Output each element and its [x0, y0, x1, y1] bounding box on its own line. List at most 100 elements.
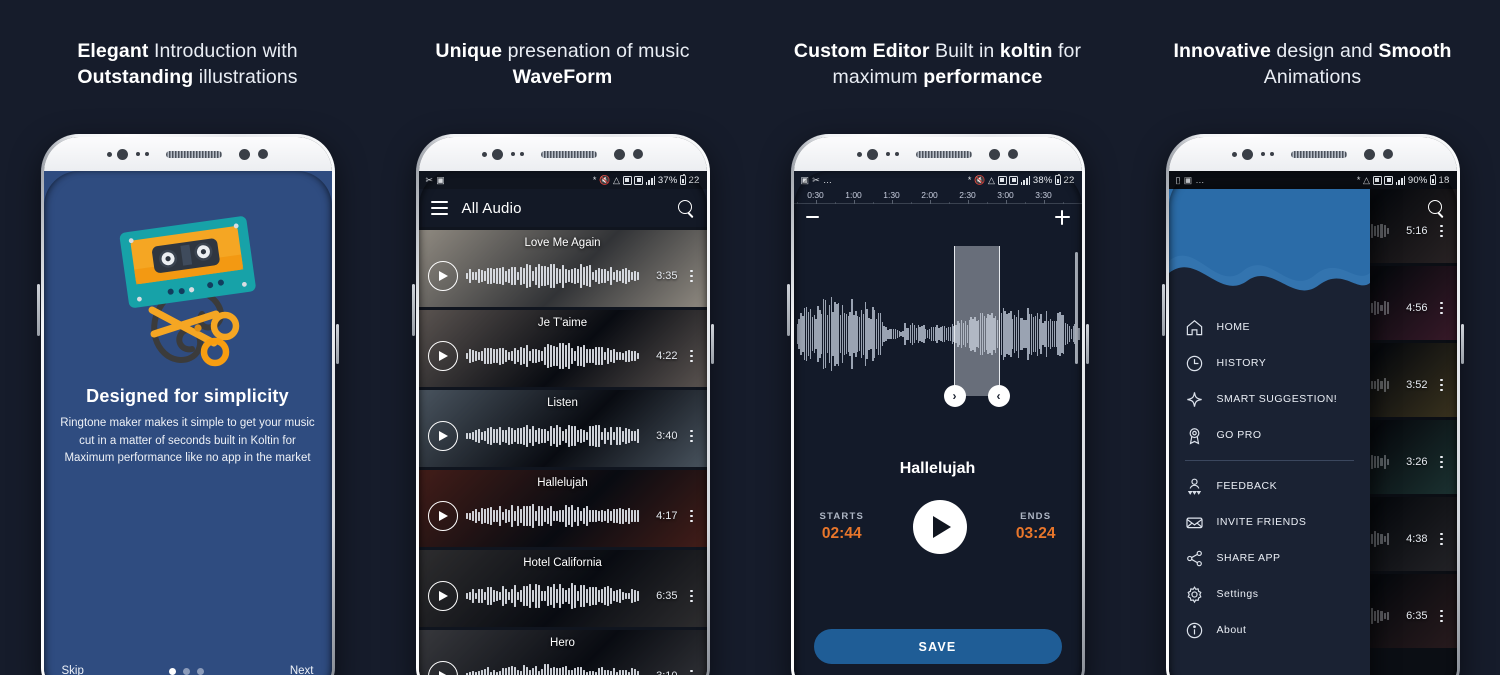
selection-end-handle[interactable]: ‹	[987, 385, 1010, 407]
play-button[interactable]	[912, 500, 967, 554]
power-button[interactable]	[1085, 324, 1089, 364]
track-row[interactable]: Listen 3:40	[418, 390, 707, 467]
page-dot-3[interactable]	[197, 667, 205, 675]
drawer-item-feedback[interactable]: FEEDBACK	[1169, 468, 1370, 504]
battery-icon	[1430, 174, 1437, 185]
drawer-item-history[interactable]: HISTORY	[1169, 345, 1370, 381]
drawer-menu-bottom[interactable]: FEEDBACK INVITE FRIENDS SHARE APP Settings A…	[1169, 468, 1370, 648]
track-duration: 3:52	[1406, 379, 1428, 391]
menu-divider	[1184, 460, 1354, 461]
track-title: Hallelujah	[537, 477, 588, 489]
drawer-item-go-pro[interactable]: GO PRO	[1169, 417, 1370, 453]
overflow-menu-icon[interactable]	[686, 509, 698, 523]
zoom-in-button[interactable]	[1054, 209, 1070, 225]
proximity-sensor-icon	[107, 151, 112, 157]
ruler-minor-tick	[1062, 201, 1064, 204]
wifi-icon: △	[613, 174, 621, 185]
signal-icon	[1395, 175, 1406, 185]
signal-icon	[645, 175, 656, 185]
caption-bold-1: Elegant	[77, 40, 149, 62]
search-icon[interactable]	[677, 199, 695, 217]
selection-start-handle[interactable]: ›	[943, 385, 966, 407]
phone-bezel-top	[793, 137, 1082, 171]
next-button[interactable]: Next	[290, 665, 314, 675]
overflow-menu-icon[interactable]	[1436, 532, 1448, 546]
drawer-item-label: SHARE APP	[1216, 552, 1281, 564]
drawer-item-about[interactable]: About	[1169, 612, 1370, 648]
hamburger-icon[interactable]	[430, 201, 448, 215]
overflow-menu-icon[interactable]	[1436, 455, 1448, 469]
play-icon[interactable]	[427, 421, 458, 451]
overflow-menu-icon[interactable]	[686, 349, 698, 363]
overflow-menu-icon[interactable]	[1436, 301, 1448, 315]
track-row[interactable]: Je T'aime 4:22	[418, 310, 707, 387]
page-dot-2[interactable]	[183, 667, 191, 675]
message-status-icon: ▯	[1175, 174, 1181, 185]
power-button[interactable]	[710, 324, 714, 364]
ruler-minor-tick	[948, 201, 950, 204]
overflow-menu-icon[interactable]	[1436, 609, 1448, 623]
overflow-menu-icon[interactable]	[686, 269, 698, 283]
overflow-menu-icon[interactable]	[686, 589, 698, 603]
track-row[interactable]: Hero 3:10	[418, 630, 707, 675]
proximity-sensor-icon	[857, 151, 862, 157]
onboarding-description: Ringtone maker makes it simple to get yo…	[60, 417, 315, 464]
play-icon[interactable]	[427, 661, 458, 675]
track-list[interactable]: Love Me Again 3:35 Je T'aime 4:22 Listen 3:40…	[418, 227, 707, 675]
front-camera-icon	[867, 148, 878, 160]
vertical-scrollbar[interactable]	[1074, 252, 1078, 364]
navigation-drawer: HOME HISTORY SMART SUGGESTION! GO PRO FEEDB…	[1168, 189, 1370, 675]
zoom-out-button[interactable]	[805, 215, 819, 219]
image-status-icon: ▣	[1183, 174, 1193, 185]
volume-button[interactable]	[411, 284, 415, 336]
panel-caption-1: Elegant Introduction with Outstanding il…	[10, 38, 365, 90]
wifi-icon: △	[1363, 174, 1371, 185]
track-row[interactable]: Hallelujah 4:17	[418, 470, 707, 547]
earpiece-speaker-icon	[1291, 150, 1347, 158]
play-icon[interactable]	[427, 581, 458, 611]
ruler-minor-tick	[796, 201, 798, 204]
play-icon[interactable]	[427, 261, 458, 291]
starts-value[interactable]: 02:44	[820, 525, 865, 543]
overflow-menu-icon[interactable]	[686, 669, 698, 675]
ends-value[interactable]: 03:24	[1016, 525, 1056, 543]
waveform-editor[interactable]: › ‹	[794, 230, 1082, 438]
power-button[interactable]	[1460, 324, 1464, 364]
ends-group: ENDS 03:24	[1016, 511, 1056, 543]
ruler-minor-tick	[1043, 201, 1045, 204]
skip-button[interactable]: Skip	[62, 665, 84, 675]
status-bar-3: ▣ ✂ … * 🔇 △ 38% 22	[794, 171, 1082, 189]
iris-sensor-icon	[145, 152, 149, 156]
status-bar-4: ▯ ▣ … * △ 90% 18	[1169, 171, 1457, 189]
overflow-menu-icon[interactable]	[686, 429, 698, 443]
selection-region[interactable]: › ‹	[943, 246, 1010, 407]
page-dot-1[interactable]	[169, 667, 177, 675]
drawer-item-label: GO PRO	[1216, 429, 1262, 441]
volume-button[interactable]	[786, 284, 790, 336]
drawer-menu-top[interactable]: HOME HISTORY SMART SUGGESTION! GO PRO	[1169, 299, 1370, 453]
drawer-item-invite-friends[interactable]: INVITE FRIENDS	[1169, 504, 1370, 540]
play-icon[interactable]	[427, 341, 458, 371]
panel-audio-list: Unique presenation of music WaveForm ✂ ▣…	[375, 0, 750, 675]
volume-button[interactable]	[1161, 284, 1165, 336]
drawer-header	[1168, 189, 1370, 299]
search-icon[interactable]	[1427, 199, 1445, 217]
track-waveform	[465, 661, 640, 675]
overflow-menu-icon[interactable]	[1436, 378, 1448, 392]
play-icon[interactable]	[427, 501, 458, 531]
volume-button[interactable]	[36, 284, 40, 336]
panel-caption-2: Unique presenation of music WaveForm	[385, 38, 740, 90]
power-button[interactable]	[335, 324, 339, 364]
light-sensor-icon	[511, 152, 515, 156]
image-status-icon: ▣	[436, 174, 445, 185]
drawer-item-settings[interactable]: Settings	[1169, 576, 1370, 612]
save-button[interactable]: SAVE	[813, 629, 1062, 664]
track-row[interactable]: Hotel California 6:35	[418, 550, 707, 627]
drawer-item-home[interactable]: HOME	[1169, 309, 1370, 345]
drawer-item-smart-suggestion[interactable]: SMART SUGGESTION!	[1169, 381, 1370, 417]
starts-group: STARTS 02:44	[820, 511, 865, 543]
battery-percent-3: 38%	[1032, 174, 1053, 186]
drawer-item-share-app[interactable]: SHARE APP	[1169, 540, 1370, 576]
panel-caption-4: Innovative design and Smooth Animations	[1135, 38, 1490, 90]
track-row[interactable]: Love Me Again 3:35	[418, 230, 707, 307]
